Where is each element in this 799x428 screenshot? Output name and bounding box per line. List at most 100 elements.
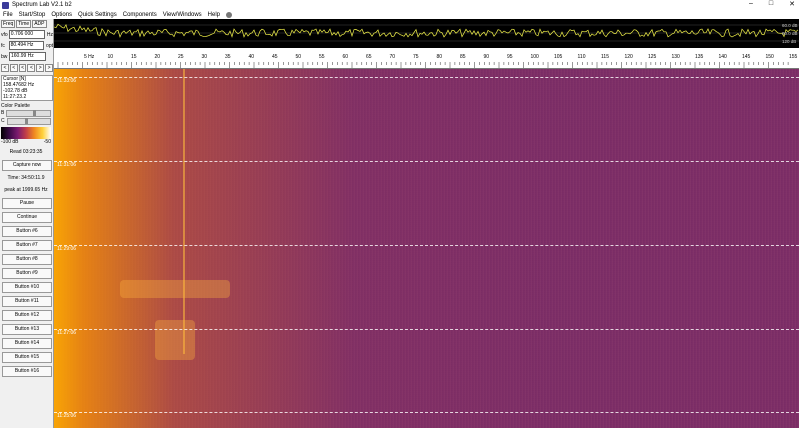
axis-tick-label: 45	[272, 54, 278, 60]
menu-quick-settings[interactable]: Quick Settings	[78, 12, 117, 18]
axis-tick-label: 70	[390, 54, 396, 60]
axis-tick-label: 80	[437, 54, 443, 60]
axis-tick-label: 10	[108, 54, 114, 60]
tab-time[interactable]: Time	[16, 20, 32, 28]
maximize-button[interactable]: □	[769, 0, 773, 8]
menu-bar: File Start/Stop Options Quick Settings C…	[0, 10, 799, 19]
vfo-field[interactable]: 0.706 000	[8, 30, 45, 39]
axis-tick-label: 25	[178, 54, 184, 60]
capture-now-button[interactable]: Capture now	[2, 160, 52, 171]
close-button[interactable]: ✕	[789, 0, 795, 8]
brightness-slider[interactable]	[6, 110, 51, 117]
axis-tick-label: 30	[202, 54, 208, 60]
left-control-panel: Freq Time ADP vfo 0.706 000 Hz fc 80.494…	[0, 19, 54, 428]
signal-blob	[120, 280, 230, 298]
bw-label: bw	[1, 53, 8, 60]
timestamp: 11:27:06	[57, 330, 77, 336]
vfo-label: vfo	[1, 31, 8, 38]
time-marker-line	[54, 329, 799, 330]
contrast-slider[interactable]	[6, 118, 51, 125]
axis-tick-label: 130	[672, 54, 681, 60]
button-8[interactable]: Button #8	[2, 254, 52, 265]
axis-tick-label: 40	[249, 54, 255, 60]
button-11[interactable]: Button #11	[2, 296, 52, 307]
axis-tick-label: 55	[319, 54, 325, 60]
color-scale-bar	[1, 127, 51, 139]
time-marker-line	[54, 161, 799, 162]
color-palette: Color Palette B C -100 dB -50	[1, 103, 51, 145]
axis-tick-label: 95	[507, 54, 513, 60]
axis-tick-label: 65	[366, 54, 372, 60]
button-12[interactable]: Button #12	[2, 310, 52, 321]
tab-adp[interactable]: ADP	[32, 20, 47, 28]
button-7[interactable]: Button #7	[2, 240, 52, 251]
axis-tick-label: 145	[742, 54, 751, 60]
fc-unit[interactable]: opt	[46, 43, 53, 49]
palette-c-label: C	[1, 118, 5, 124]
timestamp: 11:33:06	[57, 78, 77, 84]
time-label: Time: 34:50:11.9	[7, 175, 45, 181]
cursor-time: 11:27:23.2	[3, 94, 27, 100]
axis-tick-label: 85	[460, 54, 466, 60]
menu-start-stop[interactable]: Start/Stop	[19, 12, 46, 18]
axis-tick-label: 20	[155, 54, 161, 60]
button-9[interactable]: Button #9	[2, 268, 52, 279]
axis-tick-label: 120	[625, 54, 634, 60]
frequency-axis: 5 Hz 10 15 20 25 30 35 40 45 50 55 60 65 70 75 80 85 90 95…	[54, 48, 799, 69]
app-icon	[2, 1, 9, 9]
timestamp: 11:29:06	[57, 246, 77, 252]
fc-label: fc	[1, 42, 5, 49]
spectrum-display[interactable]: 60.0 dB 90.0 dB 120 dB	[53, 19, 799, 48]
tab-freq[interactable]: Freq	[1, 20, 16, 28]
scroll-left-button[interactable]: <	[18, 64, 27, 72]
axis-tick-label: 15	[131, 54, 137, 60]
signal-blob	[155, 320, 195, 360]
axis-tick-label: 115	[601, 54, 609, 60]
bw-field[interactable]: 160.99 Hz	[9, 52, 46, 61]
button-14[interactable]: Button #14	[2, 338, 52, 349]
pause-button[interactable]: Pause	[2, 198, 52, 209]
menu-options[interactable]: Options	[51, 12, 72, 18]
cursor-info: Cursor [N] 158.47682 Hz -102.78 dB 11:27…	[1, 75, 53, 101]
axis-tick-label: 100	[531, 54, 540, 60]
fc-row: fc 80.494 Hz opt	[0, 41, 53, 50]
button-10[interactable]: Button #10	[2, 282, 52, 293]
button-13[interactable]: Button #13	[2, 324, 52, 335]
axis-tick-label: 155	[789, 54, 798, 60]
minimize-button[interactable]: –	[749, 0, 753, 8]
axis-tick-label: 5 Hz	[84, 54, 95, 60]
waterfall-display[interactable]	[54, 69, 799, 428]
title-bar: Spectrum Lab V2.1 b2 – □ ✕	[0, 0, 799, 10]
menu-view-windows[interactable]: View/Windows	[163, 12, 202, 18]
palette-max: -50	[43, 139, 51, 145]
menu-help[interactable]: Help	[208, 12, 220, 18]
bw-row: bw 160.99 Hz	[0, 52, 53, 61]
axis-tick-label: 50	[296, 54, 302, 60]
menu-file[interactable]: File	[3, 12, 13, 18]
fc-field[interactable]: 80.494 Hz	[8, 41, 45, 50]
scroll-right-button[interactable]: >	[36, 64, 45, 72]
signal-line	[183, 69, 185, 354]
db-label-120: 120 dB	[782, 39, 796, 44]
scroll-left-button[interactable]: <	[9, 64, 18, 72]
axis-tick-label: 140	[719, 54, 728, 60]
palette-min: -100 dB	[1, 139, 19, 145]
timestamp: 11:25:06	[57, 413, 77, 419]
spectrum-trace: 60.0 dB 90.0 dB 120 dB	[53, 23, 799, 44]
vfo-unit: Hz	[46, 31, 53, 38]
scroll-buttons: < < < < > >	[1, 64, 53, 72]
axis-tick-label: 75	[413, 54, 419, 60]
axis-tick-label: 90	[484, 54, 490, 60]
db-label-60: 60.0 dB	[782, 23, 798, 28]
menu-components[interactable]: Components	[123, 12, 157, 18]
timestamp: 11:31:06	[57, 162, 77, 168]
scroll-left-button[interactable]: <	[27, 64, 36, 72]
scroll-right-button[interactable]: >	[45, 64, 53, 72]
continue-button[interactable]: Continue	[2, 212, 52, 223]
button-16[interactable]: Button #16	[2, 366, 52, 377]
scroll-left-button[interactable]: <	[1, 64, 9, 72]
button-15[interactable]: Button #15	[2, 352, 52, 363]
status-indicator-icon	[226, 11, 233, 18]
button-6[interactable]: Button #6	[2, 226, 52, 237]
peak-readout: peak at 1999.65 Hz	[4, 187, 48, 193]
